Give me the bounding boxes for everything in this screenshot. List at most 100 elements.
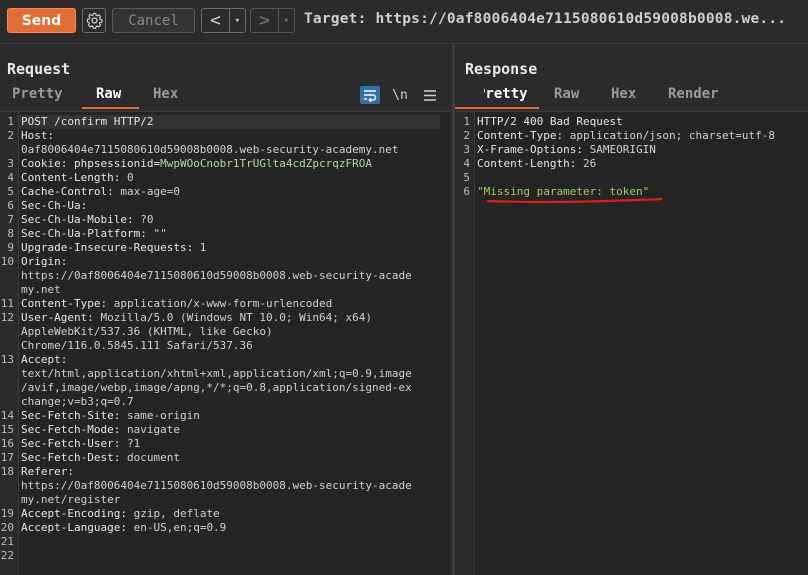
- code-text: Accept-Encoding: gzip, deflate: [21, 507, 220, 521]
- header-name: Sec-Fetch-Dest:: [21, 451, 121, 464]
- header-name: Cookie: phpsessionid=: [21, 157, 161, 170]
- header-value: AppleWebKit/537.36 (KHTML, like Gecko): [21, 325, 273, 338]
- code-text: Content-Type: application/x-www-form-url…: [21, 297, 332, 311]
- response-tabs: Pretty Raw Hex Render: [455, 86, 808, 110]
- header-name: Sec-Fetch-Mode:: [21, 423, 121, 436]
- back-arrow-icon[interactable]: <: [202, 9, 229, 32]
- request-menu-button[interactable]: [420, 86, 440, 104]
- code-text: Origin:: [21, 255, 67, 269]
- code-text: Sec-Fetch-Dest: document: [21, 451, 180, 465]
- show-newlines-toggle[interactable]: \n: [390, 86, 410, 104]
- header-value: application/json; charset=utf-8: [563, 129, 776, 142]
- tab-response-pretty[interactable]: Pretty: [484, 86, 528, 108]
- header-value: SAMEORIGIN: [582, 143, 656, 156]
- code-text: Content-Length: 26: [477, 157, 596, 171]
- header-value: document: [120, 451, 180, 464]
- line-number: 1: [463, 115, 470, 128]
- tab-response-render[interactable]: Render: [668, 86, 719, 108]
- forward-arrow-icon[interactable]: >: [251, 9, 278, 32]
- line-number: 3: [7, 157, 14, 170]
- line-number: 1: [7, 115, 14, 128]
- header-name: Sec-Ch-Ua-Platform:: [21, 227, 147, 240]
- send-button[interactable]: Send: [7, 8, 76, 33]
- tab-request-hex[interactable]: Hex: [153, 86, 178, 108]
- back-dropdown-icon[interactable]: ▾: [228, 9, 245, 32]
- code-text: my.net: [21, 283, 61, 297]
- line-number: 7: [7, 213, 14, 226]
- header-name: Upgrade-Insecure-Requests:: [21, 241, 194, 254]
- code-text: Accept-Language: en-US,en;q=0.9: [21, 521, 226, 535]
- settings-gear-button[interactable]: [82, 8, 106, 33]
- code-text: change;v=b3;q=0.7: [21, 395, 134, 409]
- target-url[interactable]: Target: https://0af8006404e7115080610d59…: [304, 11, 786, 27]
- header-value: ?0: [133, 213, 154, 226]
- request-active-tab-indicator: [82, 107, 139, 109]
- header-value: 1: [193, 241, 207, 254]
- header-value: 26: [576, 157, 597, 170]
- line-number: 21: [0, 535, 14, 548]
- header-name: Sec-Fetch-User:: [21, 437, 121, 450]
- request-editor[interactable]: 1 POST /confirm HTTP/2 2 Host: 0af8006404e71…: [0, 111, 450, 575]
- line-number: 17: [0, 451, 14, 464]
- forward-dropdown-icon[interactable]: ▾: [277, 9, 294, 32]
- line-number: 5: [7, 185, 14, 198]
- line-number: 9: [7, 241, 14, 254]
- line-number: 20: [0, 521, 14, 534]
- header-value: ?1: [120, 437, 141, 450]
- pane-splitter[interactable]: [452, 44, 455, 575]
- code-text: Cookie: phpsessionid=MwpWOoCnobr1TrUGlta…: [21, 157, 372, 171]
- response-editor[interactable]: 1 HTTP/2 400 Bad Request 2 Content-Type: ap…: [456, 111, 808, 575]
- header-name: Accept:: [21, 353, 68, 366]
- line-number: 8: [7, 227, 14, 240]
- header-value: https://0af8006404e7115080610d59008b0008…: [21, 479, 412, 492]
- header-name: Accept-Encoding:: [21, 507, 127, 520]
- tab-request-raw[interactable]: Raw: [96, 86, 121, 108]
- code-text: Cache-Control: max-age=0: [21, 185, 180, 199]
- header-value: Mozilla/5.0 (Windows NT 10.0; Win64; x64…: [93, 311, 373, 324]
- header-value: 0af8006404e7115080610d59008b0008.web-sec…: [21, 143, 399, 156]
- code-text: 0af8006404e7115080610d59008b0008.web-sec…: [21, 143, 399, 157]
- line-number: 11: [0, 297, 14, 310]
- line-number: 6: [463, 185, 470, 198]
- header-value: application/x-www-form-urlencoded: [107, 297, 333, 310]
- code-text: Sec-Ch-Ua:: [21, 199, 87, 213]
- code-text: Content-Length: 0: [21, 171, 134, 185]
- code-text: Chrome/116.0.5845.111 Safari/537.36: [21, 339, 253, 353]
- code-text: Sec-Ch-Ua-Platform: "": [21, 227, 167, 241]
- forward-nav-group[interactable]: > ▾: [250, 8, 295, 33]
- code-text: Referer:: [21, 465, 74, 479]
- code-text: AppleWebKit/537.36 (KHTML, like Gecko): [21, 325, 273, 339]
- line-number: 10: [0, 255, 14, 268]
- tab-request-pretty[interactable]: Pretty: [12, 86, 63, 108]
- tab-response-hex[interactable]: Hex: [611, 86, 636, 108]
- code-text: Host:: [21, 129, 54, 143]
- header-name: Content-Length:: [477, 157, 577, 170]
- cancel-button[interactable]: Cancel: [112, 8, 195, 33]
- code-text: text/html,application/xhtml+xml,applicat…: [21, 367, 412, 381]
- back-nav-group[interactable]: < ▾: [201, 8, 246, 33]
- header-value: gzip, deflate: [126, 507, 220, 520]
- wrap-lines-button[interactable]: [360, 86, 380, 104]
- code-text: User-Agent: Mozilla/5.0 (Windows NT 10.0…: [21, 311, 372, 325]
- hamburger-menu-icon: [424, 89, 436, 101]
- tab-response-raw[interactable]: Raw: [554, 86, 579, 108]
- line-number: 15: [0, 423, 14, 436]
- line-number: 19: [0, 507, 14, 520]
- gear-icon: [86, 12, 103, 29]
- code-text: my.net/register: [21, 493, 120, 507]
- header-name: Origin:: [21, 255, 68, 268]
- header-value: Chrome/116.0.5845.111 Safari/537.36: [21, 339, 253, 352]
- code-text: POST /confirm HTTP/2: [21, 115, 153, 129]
- header-name: Sec-Ch-Ua:: [21, 199, 88, 212]
- header-value: en-US,en;q=0.9: [126, 521, 227, 534]
- code-text: https://0af8006404e7115080610d59008b0008…: [21, 269, 412, 283]
- line-number: 2: [7, 129, 14, 142]
- line-number: 16: [0, 437, 14, 450]
- code-text: Content-Type: application/json; charset=…: [477, 129, 775, 143]
- header-name: Host:: [21, 129, 55, 142]
- wrap-lines-icon: [364, 90, 377, 102]
- header-name: User-Agent:: [21, 311, 94, 324]
- code-text: HTTP/2 400 Bad Request: [477, 115, 623, 129]
- line-number: 2: [463, 129, 470, 142]
- code-text: Upgrade-Insecure-Requests: 1: [21, 241, 206, 255]
